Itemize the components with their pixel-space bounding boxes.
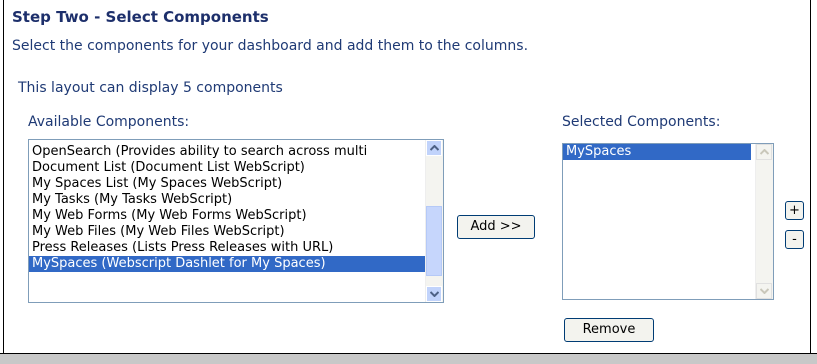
list-item[interactable]: My Web Forms (My Web Forms WebScript) [29,208,443,224]
list-item[interactable]: Press Releases (Lists Press Releases wit… [29,240,443,256]
scroll-thumb[interactable] [426,206,442,276]
list-item[interactable]: My Tasks (My Tasks WebScript) [29,192,443,208]
scroll-down-arrow-icon [756,283,772,299]
frame-border-right [810,0,811,363]
available-components-list[interactable]: OpenSearch (Provides ability to search a… [28,139,444,303]
scroll-up-arrow-icon[interactable] [426,140,442,156]
scroll-up-arrow-icon [756,144,772,160]
bottom-bar [0,353,817,364]
scroll-down-arrow-icon[interactable] [426,286,442,302]
list-item[interactable]: Document List (Document List WebScript) [29,160,443,176]
layout-info: This layout can display 5 components [18,80,283,96]
list-item[interactable]: OpenSearch (Provides ability to search a… [29,144,443,160]
list-item-selected[interactable]: MySpaces (Webscript Dashlet for My Space… [29,256,443,272]
available-components-label: Available Components: [28,114,190,130]
frame-border-left [3,0,4,363]
available-list-scrollbar[interactable] [425,140,443,302]
selected-list-scrollbar [755,144,773,299]
intro-text: Select the components for your dashboard… [12,38,529,54]
remove-button[interactable]: Remove [564,318,654,342]
list-item[interactable]: My Spaces List (My Spaces WebScript) [29,176,443,192]
selected-components-label: Selected Components: [562,114,721,130]
page-title: Step Two - Select Components [12,8,269,26]
selected-components-list[interactable]: MySpaces [562,143,774,300]
move-up-button[interactable]: + [785,201,804,220]
add-button[interactable]: Add >> [457,215,535,239]
list-item-selected[interactable]: MySpaces [563,144,751,160]
move-down-button[interactable]: - [785,230,804,249]
list-item[interactable]: My Web Files (My Web Files WebScript) [29,224,443,240]
